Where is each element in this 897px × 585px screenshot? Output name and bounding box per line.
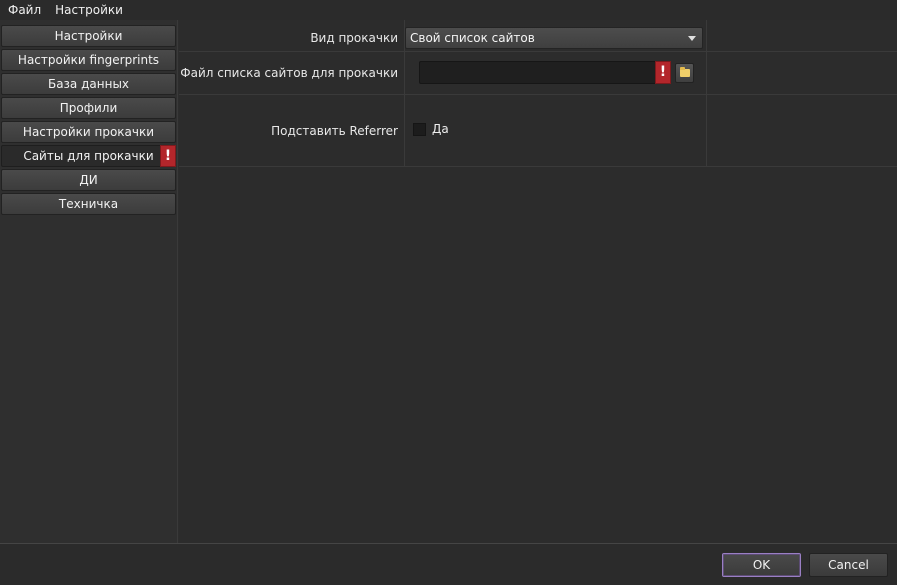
warning-icon: !	[655, 61, 671, 84]
sidebar-item-label: База данных	[47, 77, 130, 91]
menu-file[interactable]: Файл	[0, 0, 48, 20]
sidebar-item-label: Профили	[59, 101, 118, 115]
sidebar-item-label: Техничка	[58, 197, 119, 211]
sidebar-item-settings[interactable]: Настройки	[1, 25, 176, 47]
boost-mode-value: Свой список сайтов	[410, 31, 535, 45]
warning-icon: !	[160, 145, 176, 167]
ok-button[interactable]: OK	[722, 553, 801, 577]
sidebar-item-di[interactable]: ДИ	[1, 169, 176, 191]
sidebar-item-label: Сайты для прокачки	[23, 149, 154, 163]
sidebar-item-database[interactable]: База данных	[1, 73, 176, 95]
sidebar-item-label: Настройки прокачки	[22, 125, 155, 139]
menu-bar: Файл Настройки	[0, 0, 897, 20]
sidebar-item-label: Настройки	[54, 29, 123, 43]
form-row-referrer: Подставить Referrer	[179, 95, 897, 167]
sidebar-item-boost-settings[interactable]: Настройки прокачки	[1, 121, 176, 143]
folder-icon	[680, 67, 690, 77]
mode-label: Вид прокачки	[310, 31, 398, 45]
boost-mode-select[interactable]: Свой список сайтов	[405, 27, 703, 49]
field-cell	[404, 95, 707, 166]
settings-panel: Вид прокачки Свой список сайтов Файл спи…	[179, 20, 897, 543]
browse-folder-button[interactable]	[675, 63, 694, 83]
sidebar-item-label: Настройки fingerprints	[17, 53, 160, 67]
sidebar-item-boost-sites[interactable]: Сайты для прокачки !	[1, 145, 176, 167]
sidebar-item-label: ДИ	[79, 173, 98, 187]
referrer-checkbox[interactable]	[413, 123, 426, 136]
referrer-checkbox-label[interactable]: Да	[432, 122, 449, 136]
site-list-file-input[interactable]: !	[419, 61, 671, 84]
dialog-footer: OK Cancel	[0, 543, 897, 585]
sidebar-item-fingerprints[interactable]: Настройки fingerprints	[1, 49, 176, 71]
sidebar-item-profiles[interactable]: Профили	[1, 97, 176, 119]
file-label: Файл списка сайтов для прокачки	[180, 66, 398, 80]
cancel-button[interactable]: Cancel	[809, 553, 888, 577]
chevron-down-icon	[688, 36, 696, 41]
sidebar: Настройки Настройки fingerprints База да…	[0, 20, 178, 543]
sidebar-item-tech[interactable]: Техничка	[1, 193, 176, 215]
referrer-label: Подставить Referrer	[271, 124, 398, 138]
menu-settings[interactable]: Настройки	[48, 0, 130, 20]
